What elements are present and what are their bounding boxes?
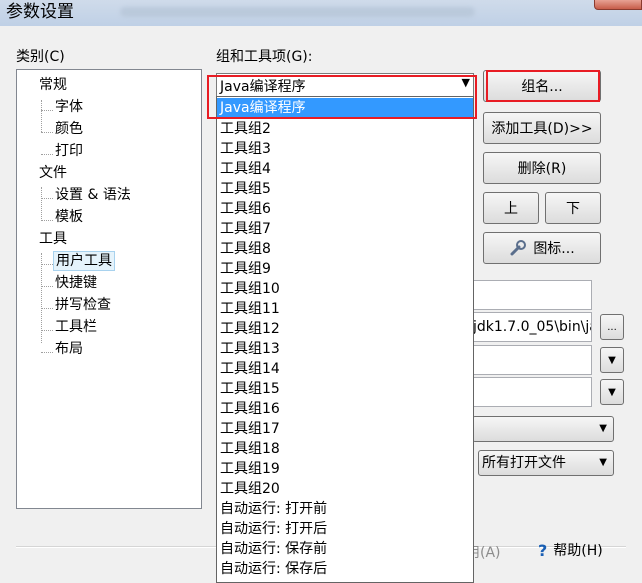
- group-tools-label: 组和工具项(G):: [216, 49, 313, 65]
- arguments-arrow-icon: ▼: [608, 354, 616, 366]
- arguments-field[interactable]: [472, 345, 592, 375]
- command-field-value: jdk1.7.0_05\bin\ja: [473, 319, 592, 335]
- list-item[interactable]: 工具组15: [217, 379, 473, 399]
- action-select-arrow-icon: ▼: [599, 423, 607, 434]
- move-down-button[interactable]: 下: [545, 192, 601, 224]
- group-dropdown-list[interactable]: Java编译程序 工具组2 工具组3 工具组4 工具组5 工具组6 工具组7 工…: [216, 96, 474, 583]
- delete-button[interactable]: 删除(R): [483, 152, 601, 184]
- list-item[interactable]: 自动运行: 打开前: [217, 499, 473, 519]
- arguments-menu-button[interactable]: ▼: [600, 347, 624, 373]
- move-up-label: 上: [504, 201, 518, 217]
- wrench-icon: [510, 240, 527, 256]
- tree-item-spell-check[interactable]: 拼写检查: [55, 296, 111, 314]
- close-button[interactable]: [594, 0, 642, 10]
- browse-button[interactable]: ...: [600, 314, 624, 340]
- scope-select[interactable]: 所有打开文件 ▼: [478, 450, 614, 476]
- tree-item-font[interactable]: 字体: [55, 98, 83, 116]
- window-title: 参数设置: [6, 2, 74, 22]
- list-item[interactable]: 工具组14: [217, 359, 473, 379]
- list-item[interactable]: 自动运行: 打开后: [217, 519, 473, 539]
- list-item[interactable]: 工具组3: [217, 139, 473, 159]
- list-item[interactable]: 工具组12: [217, 319, 473, 339]
- list-item[interactable]: 工具组16: [217, 399, 473, 419]
- tree-item-settings-syntax[interactable]: 设置 & 语法: [55, 186, 131, 204]
- tree-item-shortcuts[interactable]: 快捷键: [55, 274, 97, 292]
- highlight-group-name: [486, 70, 600, 102]
- initial-dir-arrow-icon: ▼: [608, 386, 616, 398]
- scope-select-arrow-icon: ▼: [599, 457, 607, 468]
- initial-dir-menu-button[interactable]: ▼: [600, 379, 624, 405]
- icon-button[interactable]: 图标...: [483, 232, 601, 264]
- tree-item-toolbar[interactable]: 工具栏: [55, 318, 97, 336]
- list-item[interactable]: 工具组5: [217, 179, 473, 199]
- browse-label: ...: [607, 321, 617, 333]
- tree-item-user-tools[interactable]: 用户工具: [53, 251, 115, 271]
- list-item[interactable]: 工具组19: [217, 459, 473, 479]
- list-item[interactable]: 自动运行: 保存后: [217, 559, 473, 579]
- list-item[interactable]: 工具组18: [217, 439, 473, 459]
- help-label: 帮助(H): [553, 543, 603, 559]
- move-up-button[interactable]: 上: [483, 192, 539, 224]
- list-item[interactable]: 工具组6: [217, 199, 473, 219]
- delete-label: 删除(R): [517, 161, 567, 177]
- move-down-label: 下: [566, 201, 580, 217]
- list-item[interactable]: 工具组4: [217, 159, 473, 179]
- initial-dir-field[interactable]: [472, 377, 592, 407]
- title-bar: 参数设置: [0, 0, 642, 26]
- list-item[interactable]: 工具组2: [217, 119, 473, 139]
- tool-name-field[interactable]: [472, 280, 592, 310]
- help-button[interactable]: ? 帮助(H): [538, 540, 603, 560]
- tree-item-layout[interactable]: 布局: [55, 340, 83, 358]
- icon-button-label: 图标...: [533, 241, 575, 257]
- tree-item-template[interactable]: 模板: [55, 208, 83, 226]
- list-item[interactable]: 工具组17: [217, 419, 473, 439]
- help-icon: ?: [538, 540, 548, 560]
- tree-item-file[interactable]: 文件: [39, 164, 67, 182]
- tree-item-general[interactable]: 常规: [39, 76, 67, 94]
- list-item[interactable]: 自动运行: 保存前: [217, 539, 473, 559]
- blurred-title-text: [120, 7, 475, 17]
- list-item[interactable]: 工具组13: [217, 339, 473, 359]
- command-field[interactable]: jdk1.7.0_05\bin\ja: [472, 312, 592, 342]
- category-tree[interactable]: 常规 字体 颜色 打印 文件 设置 & 语法 模板 工具 用户工具 快捷键 拼写…: [16, 69, 202, 509]
- highlight-combo: [207, 75, 477, 119]
- scope-select-value: 所有打开文件: [482, 455, 566, 471]
- tree-item-print[interactable]: 打印: [55, 142, 83, 160]
- list-item[interactable]: 工具组9: [217, 259, 473, 279]
- list-item[interactable]: 工具组7: [217, 219, 473, 239]
- action-select[interactable]: ▼: [472, 416, 614, 442]
- list-item[interactable]: 工具组20: [217, 479, 473, 499]
- tree-item-color[interactable]: 颜色: [55, 120, 83, 138]
- add-tool-button[interactable]: 添加工具(D)>>: [483, 112, 601, 144]
- tree-item-tools[interactable]: 工具: [39, 230, 67, 248]
- list-item[interactable]: 工具组11: [217, 299, 473, 319]
- list-item[interactable]: 工具组8: [217, 239, 473, 259]
- list-item[interactable]: 工具组10: [217, 279, 473, 299]
- add-tool-label: 添加工具(D)>>: [491, 121, 593, 137]
- category-label: 类别(C): [16, 49, 65, 65]
